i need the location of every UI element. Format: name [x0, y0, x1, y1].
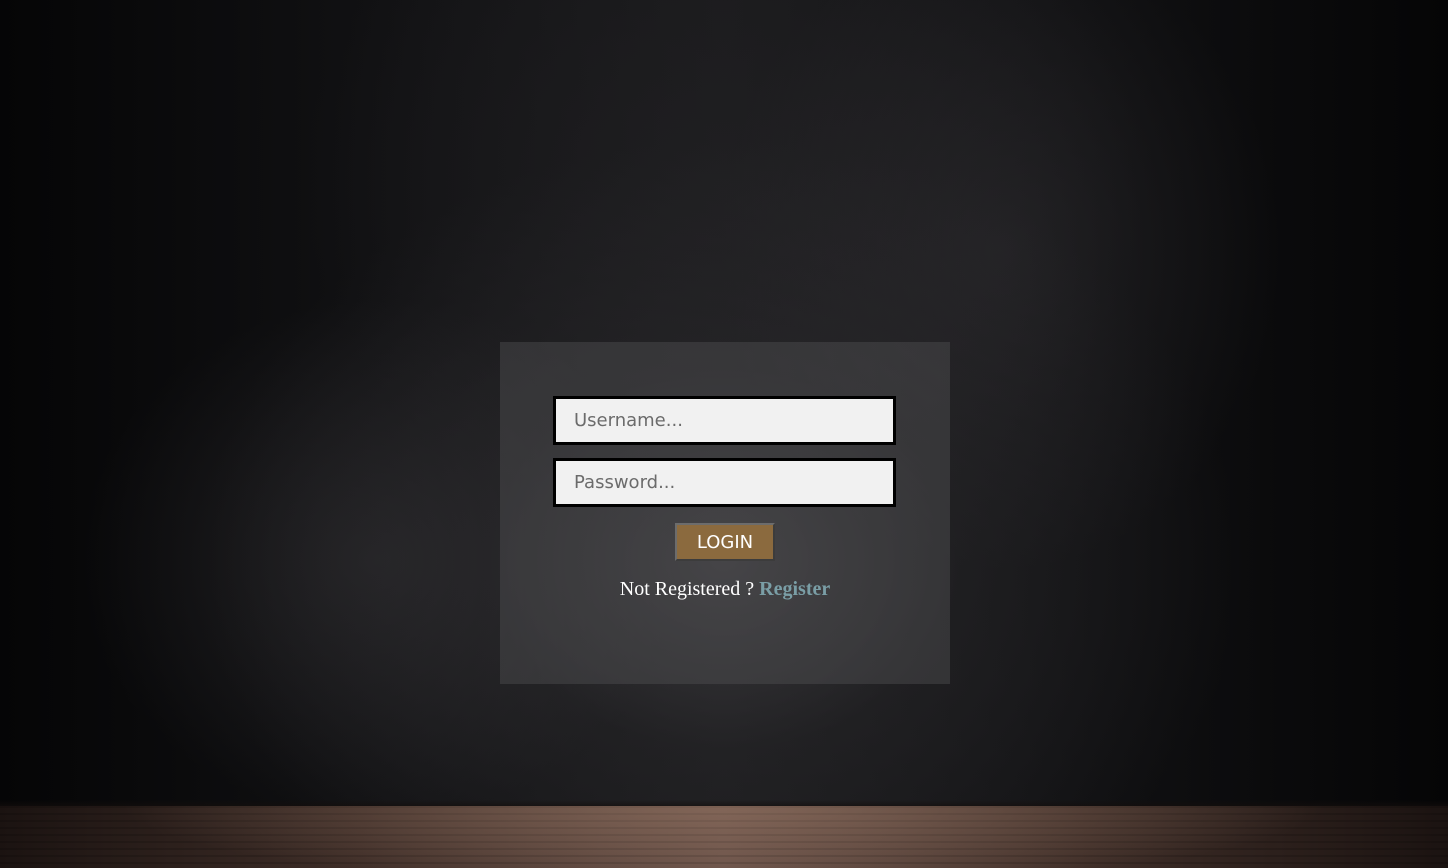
wooden-floor: [0, 806, 1448, 868]
not-registered-text: Not Registered ?: [619, 578, 755, 600]
login-button[interactable]: LOGIN: [675, 523, 775, 561]
password-input[interactable]: [553, 458, 896, 507]
register-link[interactable]: Register: [759, 578, 830, 600]
username-input[interactable]: [553, 396, 896, 445]
login-panel: LOGIN Not Registered ? Register: [500, 342, 950, 684]
register-prompt: Not Registered ? Register: [500, 578, 950, 601]
